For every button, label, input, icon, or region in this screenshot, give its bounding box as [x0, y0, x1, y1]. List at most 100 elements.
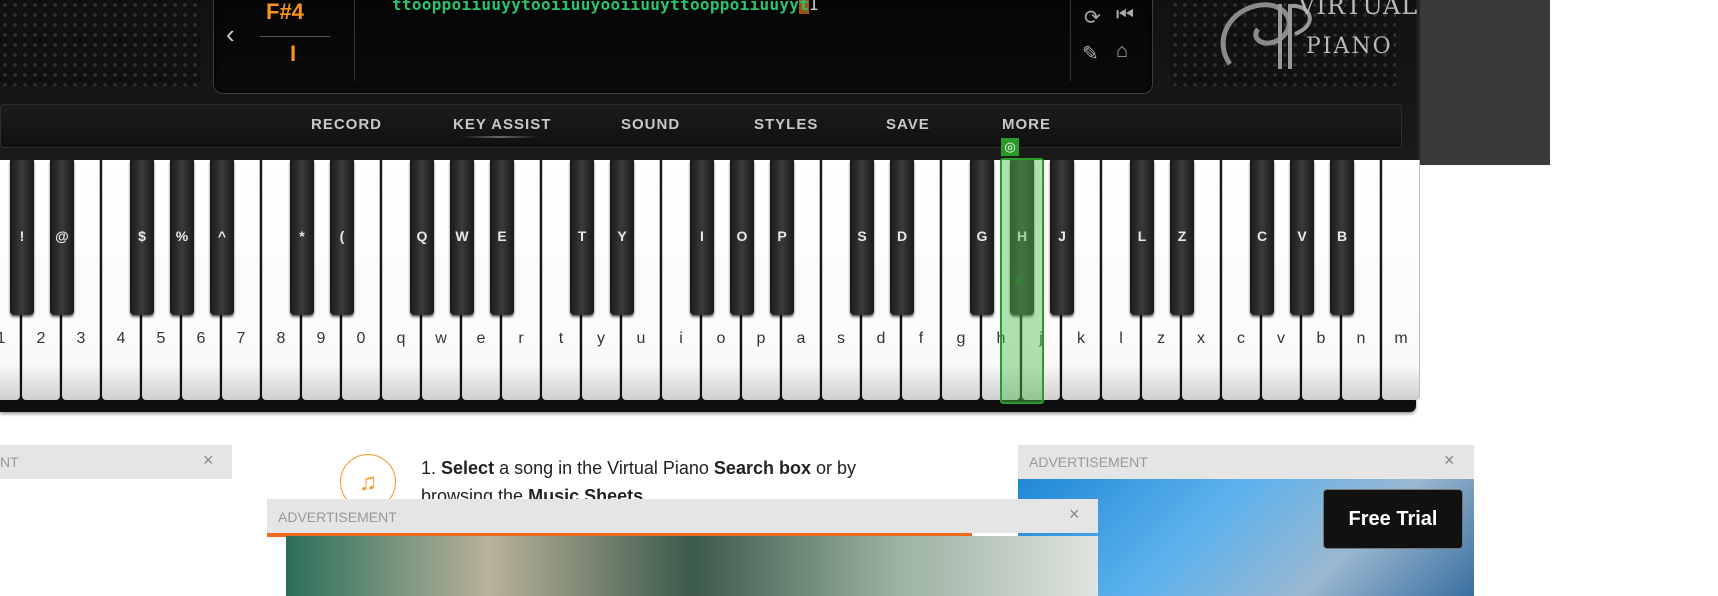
black-key-label: D: [896, 228, 908, 244]
black-key-^[interactable]: ^: [210, 160, 234, 315]
white-key-label: f: [918, 330, 924, 347]
black-key-C[interactable]: C: [1250, 160, 1274, 315]
black-key-![interactable]: !: [10, 160, 34, 315]
black-key-label: Z: [1177, 228, 1187, 244]
white-key-label: k: [1077, 330, 1085, 347]
menu-key-assist[interactable]: KEY ASSIST: [453, 116, 551, 133]
black-key-L[interactable]: L: [1130, 160, 1154, 315]
black-key-%[interactable]: %: [170, 160, 194, 315]
sheet-played-text: ttooppoiiuuyytooiiuuyooiiuuyttooppoiiuuy…: [392, 0, 800, 14]
black-key-$[interactable]: $: [130, 160, 154, 315]
display-screen: ‹ F#4 I ttooppoiiuuyytooiiuuyooiiuuyttoo…: [213, 0, 1153, 94]
black-key-T[interactable]: T: [570, 160, 594, 315]
chevron-left-icon[interactable]: ‹: [226, 19, 235, 50]
menu-record[interactable]: RECORD: [311, 116, 382, 133]
white-key-label: 9: [316, 330, 326, 347]
note-name: F#4: [266, 0, 304, 24]
black-key-@[interactable]: @: [50, 160, 74, 315]
bottom-ad-image[interactable]: [286, 536, 1098, 596]
skip-start-icon[interactable]: ⏮: [1116, 4, 1134, 27]
black-key-B[interactable]: B: [1330, 160, 1354, 315]
left-ad-bar: NT ×: [0, 445, 232, 479]
white-key-label: 7: [236, 330, 246, 347]
white-key-label: 6: [196, 330, 206, 347]
white-key-label: c: [1237, 330, 1245, 347]
bottom-ad-bar: ADVERTISEMENT ×: [267, 499, 1098, 533]
menu-save[interactable]: SAVE: [886, 116, 930, 133]
black-key-W[interactable]: W: [450, 160, 474, 315]
white-key-label: m: [1394, 330, 1408, 347]
menu-more[interactable]: MORE: [1002, 116, 1051, 133]
black-key-label: T: [577, 228, 587, 244]
close-icon[interactable]: ×: [203, 450, 214, 471]
black-key-O[interactable]: O: [730, 160, 754, 315]
black-key-S[interactable]: S: [850, 160, 874, 315]
search-box-text: Search box: [713, 458, 811, 478]
black-key-E[interactable]: E: [490, 160, 514, 315]
black-key-label: Y: [617, 228, 627, 244]
sheet-music-text[interactable]: ttooppoiiuuyytooiiuuyooiiuuyttooppoiiuuy…: [392, 0, 819, 14]
black-key-V[interactable]: V: [1290, 160, 1314, 315]
left-speaker-grille: [0, 0, 200, 86]
white-key-label: d: [876, 330, 886, 347]
logo-text-piano: PIANO: [1306, 34, 1393, 59]
white-key-label: 1: [0, 330, 6, 347]
black-key-D[interactable]: D: [890, 160, 914, 315]
piano-keyboard: 1 2 3 4 5 6 7 8 9 0 q w e r t y u i o p a s d f g h j k l z x c v b n m! @ $%…: [0, 160, 1420, 404]
menu-styles[interactable]: STYLES: [754, 116, 818, 133]
menu-bar: [0, 104, 1402, 148]
replay-icon[interactable]: ⟳: [1084, 5, 1101, 30]
black-key-label: @: [55, 228, 69, 244]
black-key-label: S: [857, 228, 867, 244]
instruction-mid: a song in the Virtual Piano: [499, 458, 709, 478]
black-key-label: O: [736, 228, 748, 244]
step-number: 1.: [421, 458, 437, 478]
black-key-label: B: [1336, 228, 1348, 244]
target-icon[interactable]: ◎: [1001, 138, 1019, 156]
white-key-label: 0: [356, 330, 366, 347]
black-key-Y[interactable]: Y: [610, 160, 634, 315]
white-key-label: 4: [116, 330, 126, 347]
black-key-label: I: [700, 228, 704, 244]
white-key-label: p: [756, 330, 766, 347]
right-ad-label: ADVERTISEMENT: [1029, 454, 1148, 470]
white-key-label: s: [837, 330, 845, 347]
select-text: Select: [441, 458, 495, 478]
black-key-label: V: [1297, 228, 1307, 244]
screen-separator: [1070, 0, 1071, 81]
key-assist-indicator: [460, 136, 540, 138]
right-ad-bar: ADVERTISEMENT ×: [1018, 445, 1474, 479]
black-key-label: L: [1137, 228, 1147, 244]
black-key-label: %: [175, 228, 189, 244]
note-divider: [260, 36, 330, 37]
white-key-label: u: [636, 330, 646, 347]
white-key-label: v: [1277, 330, 1285, 347]
close-icon[interactable]: ×: [1069, 504, 1080, 525]
white-key-label: o: [716, 330, 726, 347]
text-caret: I: [809, 0, 820, 14]
black-key-J[interactable]: J: [1050, 160, 1074, 315]
black-key-label: E: [497, 228, 507, 244]
white-key-label: e: [476, 330, 486, 347]
right-gray-panel: [1420, 0, 1550, 165]
pencil-icon[interactable]: ✎: [1082, 41, 1099, 66]
white-key-label: i: [679, 330, 683, 347]
black-key-G[interactable]: G: [970, 160, 994, 315]
white-key-m[interactable]: m: [1382, 160, 1420, 400]
black-key-Z[interactable]: Z: [1170, 160, 1194, 315]
black-key-([interactable]: (: [330, 160, 354, 315]
black-key-*[interactable]: *: [290, 160, 314, 315]
black-key-I[interactable]: I: [690, 160, 714, 315]
home-icon[interactable]: ⌂: [1116, 40, 1128, 63]
white-key-label: a: [796, 330, 806, 347]
black-key-label: (: [339, 228, 345, 244]
free-trial-button[interactable]: Free Trial: [1323, 489, 1463, 549]
black-key-Q[interactable]: Q: [410, 160, 434, 315]
black-key-P[interactable]: P: [770, 160, 794, 315]
menu-sound[interactable]: SOUND: [621, 116, 680, 133]
note-display: ‹ F#4 I: [214, 0, 355, 81]
logo-text-virtual: VIRTUAL: [1298, 0, 1419, 20]
left-ad-label: NT: [0, 454, 19, 470]
black-key-label: ^: [217, 228, 227, 244]
close-icon[interactable]: ×: [1444, 450, 1455, 471]
